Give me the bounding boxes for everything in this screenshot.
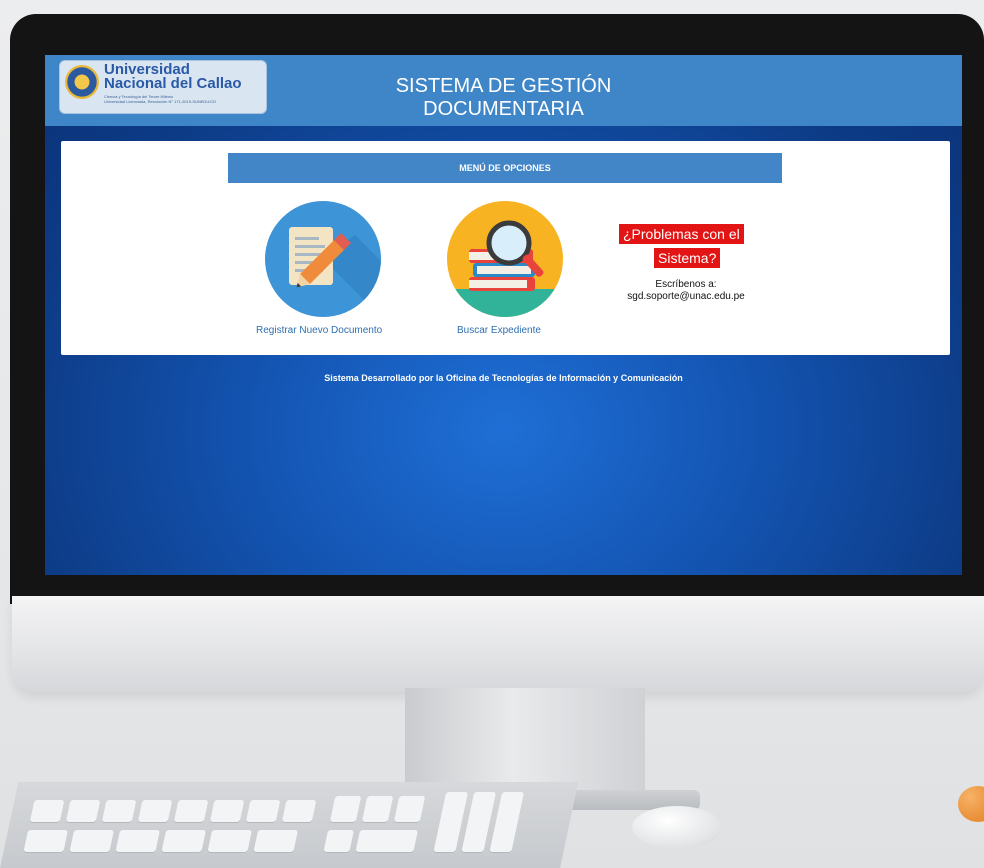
support-email-link[interactable]: sgd.soporte@unac.edu.pe [601, 291, 771, 303]
menu-panel: MENÚ DE OPCIONES Registrar Nuevo Documen… [61, 141, 950, 355]
page-title-line-1: SISTEMA DE GESTIÓN [395, 75, 612, 97]
register-document-link[interactable]: Registrar Nuevo Documento [256, 325, 382, 336]
books-magnifier-icon [447, 220, 563, 317]
page-title-line-2: DOCUMENTARIA [423, 98, 584, 120]
keyboard [0, 782, 579, 868]
monitor-chin [12, 596, 984, 692]
register-document-button[interactable] [265, 201, 381, 317]
support-alert-line-1: ¿Problemas con el [619, 224, 744, 244]
search-record-button[interactable] [447, 201, 563, 317]
document-pencil-icon [289, 227, 381, 317]
orange-fruit [958, 786, 984, 822]
menu-title: MENÚ DE OPCIONES [228, 153, 782, 183]
search-record-link[interactable]: Buscar Expediente [457, 325, 541, 336]
footer-text: Sistema Desarrollado por la Oficina de T… [324, 373, 683, 383]
support-alert-line-2: Sistema? [654, 248, 721, 268]
support-write-label: Escríbenos a: [655, 279, 717, 290]
header-bar: Universidad Nacional del Callao Ciencia … [45, 55, 962, 126]
mouse [632, 806, 722, 848]
support-contact: Escríbenos a: sgd.soporte@unac.edu.pe [601, 279, 771, 303]
monitor-screen: Universidad Nacional del Callao Ciencia … [45, 55, 962, 575]
